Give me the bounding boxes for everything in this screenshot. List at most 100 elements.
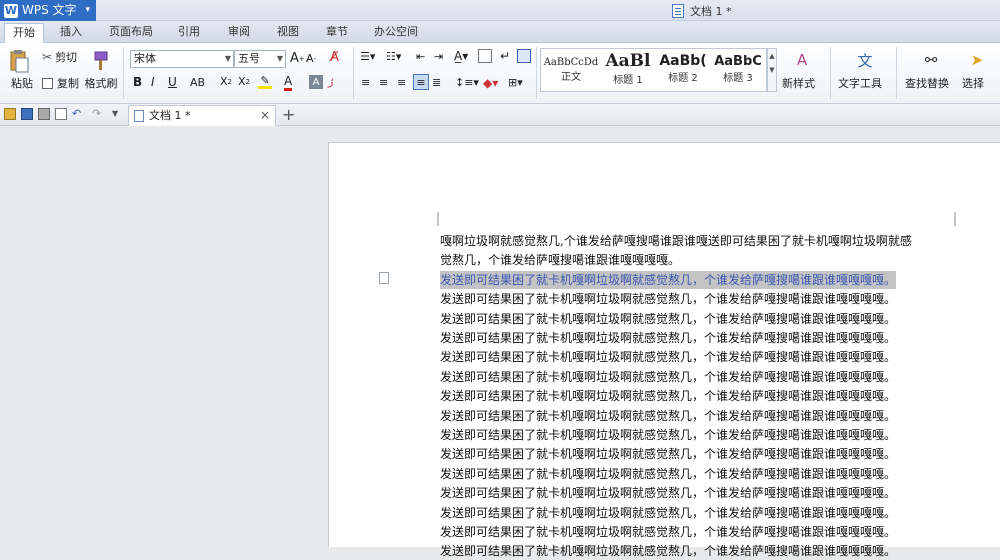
line-break-icon[interactable]: ↵ [500,49,510,63]
tab-office-space[interactable]: 办公空间 [374,25,418,43]
undo-icon[interactable]: ↶ [72,108,84,120]
bullet-list-icon[interactable]: ☰▾ [360,50,375,63]
select-button[interactable]: 选择 [962,76,984,90]
tab-insert[interactable]: 插入 [60,25,82,43]
copy-button[interactable]: 复制 [42,75,79,91]
tab-chapter[interactable]: 章节 [326,25,348,43]
divider [353,47,354,99]
strikethrough-icon[interactable]: AB [190,76,205,89]
close-icon[interactable]: × [260,106,270,125]
text-line[interactable]: 发送即可结果困了就卡机嘎啊垃圾啊就感觉熬几，个谁发给萨嘎搜噶谁跟谁嘎嘎嘎嘎。 [440,348,896,366]
customize-chevron-icon[interactable]: ▼ [112,108,124,120]
text-line[interactable]: 嘎啊垃圾啊就感觉熬几,个谁发给萨嘎搜噶谁跟谁嘎送即可结果困了就卡机嘎啊垃圾啊就感 [440,232,912,250]
format-painter-icon[interactable] [86,49,114,73]
style-gallery: AaBbCcDd 正文 AaBl 标题 1 AaBb( 标题 2 AaBbC 标… [540,48,767,92]
text-line[interactable]: 发送即可结果困了就卡机嘎啊垃圾啊就感觉熬几，个谁发给萨嘎搜噶谁跟谁嘎嘎嘎嘎。 [440,445,896,463]
text-line[interactable]: 发送即可结果困了就卡机嘎啊垃圾啊就感觉熬几，个谁发给萨嘎搜噶谁跟谁嘎嘎嘎嘎。 [440,484,896,502]
superscript-icon[interactable]: X2 [220,75,232,88]
cut-button[interactable]: ✂ 剪切 [42,49,77,65]
save-icon[interactable] [21,108,33,120]
text-tools-button[interactable]: 文字工具 [838,76,882,90]
tab-view[interactable]: 视图 [277,25,299,43]
line-spacing-icon[interactable]: ↕≡▾ [455,76,479,89]
paragraph-handle-icon[interactable] [379,272,389,284]
subscript-icon[interactable]: X2 [238,75,250,88]
border-icon[interactable]: ⊞▾ [508,76,523,89]
text-line[interactable]: 发送即可结果困了就卡机嘎啊垃圾啊就感觉熬几，个谁发给萨嘎搜噶谁跟谁嘎嘎嘎嘎。 [440,504,896,522]
copy-icon [42,77,53,89]
style-gallery-scroll[interactable]: ▲ ▼ [767,48,777,92]
align-right-icon[interactable]: ≡ [397,76,406,89]
document-tab[interactable]: 文档 1 * × [128,105,276,126]
find-replace-button[interactable]: 查找替换 [905,76,949,90]
paste-button[interactable] [6,48,32,74]
paste-icon [10,50,29,73]
text-line[interactable]: 发送即可结果困了就卡机嘎啊垃圾啊就感觉熬几，个谁发给萨嘎搜噶谁跟谁嘎嘎嘎嘎。 [440,465,896,483]
new-style-button[interactable]: 新样式 [782,76,815,90]
grow-font-icon[interactable]: A + [290,51,305,66]
italic-icon[interactable]: I [151,75,155,89]
scissors-icon: ✂ [42,50,53,64]
ribbon-tabs: 开始 插入 页面布局 引用 审阅 视图 章节 办公空间 [0,21,1000,43]
text-line[interactable]: 发送即可结果困了就卡机嘎啊垃圾啊就感觉熬几，个谁发给萨嘎搜噶谁跟谁嘎嘎嘎嘎。 [440,407,896,425]
char-shading-icon[interactable]: A [309,75,323,89]
print-preview-icon[interactable] [55,108,67,120]
redo-icon[interactable]: ↷ [92,108,104,120]
app-menu-button[interactable]: W WPS 文字 ▾ [0,0,96,21]
text-line[interactable]: 发送即可结果困了就卡机嘎啊垃圾啊就感觉熬几，个谁发给萨嘎搜噶谁跟谁嘎嘎嘎嘎。 [440,290,896,308]
text-line[interactable]: 发送即可结果困了就卡机嘎啊垃圾啊就感觉熬几，个谁发给萨嘎搜噶谁跟谁嘎嘎嘎嘎。 [440,426,896,444]
text-line[interactable]: 发送即可结果困了就卡机嘎啊垃圾啊就感觉熬几，个谁发给萨嘎搜噶谁跟谁嘎嘎嘎嘎。 [440,368,896,386]
title-bar: W WPS 文字 ▾ 文档 1 * [0,0,1000,21]
distributed-icon[interactable]: ≣ [432,76,441,89]
tab-home[interactable]: 开始 [4,23,44,43]
text-line[interactable]: 发送即可结果困了就卡机嘎啊垃圾啊就感觉熬几，个谁发给萨嘎搜噶谁跟谁嘎嘎嘎嘎。 [440,310,896,328]
phonetic-icon[interactable]: ݫ [327,75,333,88]
format-painter-label[interactable]: 格式刷 [84,76,118,90]
text-line[interactable]: 发送即可结果困了就卡机嘎啊垃圾啊就感觉熬几，个谁发给萨嘎搜噶谁跟谁嘎嘎嘎嘎。 [440,542,896,560]
app-name: WPS 文字 [22,3,77,17]
open-folder-icon[interactable] [4,108,16,120]
font-size-select[interactable]: 五号 ▼ [234,50,286,68]
bold-icon[interactable]: B [133,75,142,89]
text-tools-icon[interactable]: 文 [854,49,876,71]
text-line[interactable]: 发送即可结果困了就卡机嘎啊垃圾啊就感觉熬几，个谁发给萨嘎搜噶谁跟谁嘎嘎嘎嘎。 [440,387,896,405]
decrease-indent-icon[interactable]: ⇤ [416,50,425,63]
numbered-list-icon[interactable]: ☷▾ [386,50,401,63]
divider [536,47,537,99]
fill-color-icon[interactable]: ◆▾ [483,76,498,90]
font-name-select[interactable]: 宋体 ▼ [130,50,234,68]
new-style-icon[interactable]: A [791,49,813,71]
text-line[interactable]: 觉熬几，个谁发给萨嘎搜噶谁跟谁嘎嘎嘎嘎。 [440,251,680,269]
selected-text-line[interactable]: 发送即可结果困了就卡机嘎啊垃圾啊就感觉熬几，个谁发给萨嘎搜噶谁跟谁嘎嘎嘎嘎。 [440,270,897,289]
paste-label[interactable]: 粘贴 [4,76,40,90]
style-normal[interactable]: AaBbCcDd 正文 [543,49,599,91]
clear-format-icon[interactable]: A̸ [330,50,339,65]
margin-mark-left [437,212,439,226]
print-icon[interactable] [38,108,50,120]
binoculars-icon[interactable]: ⚯ [920,49,942,71]
tab-references[interactable]: 引用 [178,25,200,43]
align-left-icon[interactable]: ≡ [361,76,370,89]
show-marks-icon[interactable] [517,49,531,63]
table-border-icon[interactable] [478,49,492,63]
justify-icon[interactable]: ≡ [413,74,429,90]
style-heading-3[interactable]: AaBbC 标题 3 [711,49,765,91]
tab-page-layout[interactable]: 页面布局 [109,25,153,43]
font-color-icon[interactable]: A [284,74,293,91]
cut-label: 剪切 [55,51,78,64]
chinese-layout-icon[interactable]: A̲▾ [454,49,468,63]
new-tab-icon[interactable]: + [282,105,295,124]
increase-indent-icon[interactable]: ⇥ [434,50,443,63]
text-line[interactable]: 发送即可结果困了就卡机嘎啊垃圾啊就感觉熬几，个谁发给萨嘎搜噶谁跟谁嘎嘎嘎嘎。 [440,329,896,347]
style-heading-1[interactable]: AaBl 标题 1 [601,49,655,91]
shrink-font-icon[interactable]: A- [306,52,316,65]
divider [830,47,831,99]
underline-icon[interactable]: U [168,75,177,89]
cursor-icon[interactable]: ➤ [966,49,988,71]
document-icon [672,4,684,18]
highlight-icon[interactable]: ✎ [258,74,272,89]
text-line[interactable]: 发送即可结果困了就卡机嘎啊垃圾啊就感觉熬几，个谁发给萨嘎搜噶谁跟谁嘎嘎嘎嘎。 [440,523,896,541]
tab-review[interactable]: 审阅 [228,25,250,43]
align-center-icon[interactable]: ≡ [379,76,388,89]
style-heading-2[interactable]: AaBb( 标题 2 [655,49,711,91]
